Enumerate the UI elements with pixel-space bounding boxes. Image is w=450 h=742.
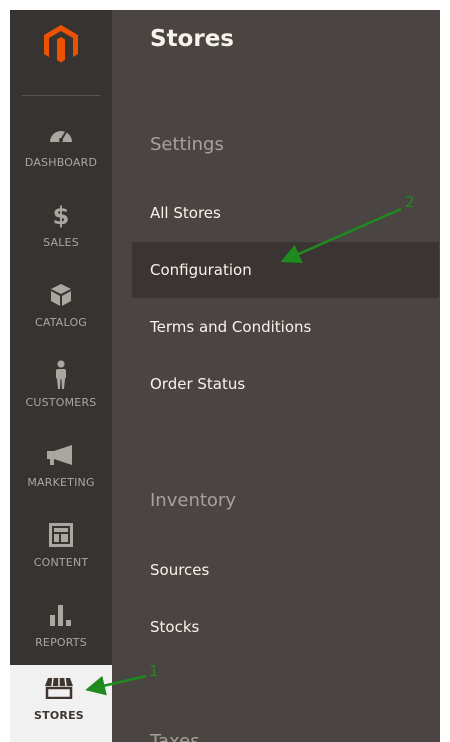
sidebar-item-catalog[interactable]: CATALOG bbox=[10, 272, 112, 352]
box-icon bbox=[10, 280, 112, 310]
section-title-taxes: Taxes bbox=[150, 731, 200, 742]
menu-link-terms-and-conditions[interactable]: Terms and Conditions bbox=[132, 299, 439, 355]
menu-link-sources[interactable]: Sources bbox=[132, 542, 439, 598]
sidebar-item-label: CUSTOMERS bbox=[25, 396, 97, 409]
layout-icon bbox=[10, 520, 112, 550]
sidebar-item-label: MARKETING bbox=[27, 476, 95, 489]
section-title-settings: Settings bbox=[150, 134, 224, 155]
sidebar-item-marketing[interactable]: MARKETING bbox=[10, 432, 112, 512]
menu-link-stocks[interactable]: Stocks bbox=[132, 599, 439, 655]
sidebar-item-label: CATALOG bbox=[34, 316, 88, 329]
stores-submenu-panel: Stores Settings All Stores Configuration… bbox=[112, 10, 440, 742]
annotation-number-1: 1 bbox=[149, 662, 159, 680]
admin-menu-frame: DASHBOARD $ SALES CATALOG CUSTOMERS MARK… bbox=[10, 10, 440, 742]
section-title-inventory: Inventory bbox=[150, 490, 236, 511]
dollar-icon: $ bbox=[10, 200, 112, 230]
menu-link-order-status[interactable]: Order Status bbox=[132, 356, 439, 412]
megaphone-icon bbox=[10, 440, 112, 470]
sidebar-item-label: DASHBOARD bbox=[24, 156, 98, 169]
sidebar-item-sales[interactable]: $ SALES bbox=[10, 192, 112, 272]
storefront-icon bbox=[10, 673, 112, 703]
sidebar-item-stores[interactable]: STORES bbox=[10, 665, 112, 742]
person-icon bbox=[10, 360, 112, 390]
sidebar-item-customers[interactable]: CUSTOMERS bbox=[10, 352, 112, 432]
sidebar-item-dashboard[interactable]: DASHBOARD bbox=[10, 112, 112, 192]
sidebar-item-reports[interactable]: REPORTS bbox=[10, 592, 112, 672]
panel-title: Stores bbox=[150, 26, 234, 52]
menu-link-configuration[interactable]: Configuration bbox=[132, 242, 439, 298]
sidebar-item-label: STORES bbox=[34, 709, 84, 722]
magento-logo-icon bbox=[44, 25, 78, 63]
sidebar-item-label: SALES bbox=[43, 236, 79, 249]
admin-sidebar: DASHBOARD $ SALES CATALOG CUSTOMERS MARK… bbox=[10, 10, 112, 742]
sidebar-item-content[interactable]: CONTENT bbox=[10, 512, 112, 592]
sidebar-item-label: REPORTS bbox=[35, 636, 87, 649]
annotation-number-2: 2 bbox=[405, 193, 415, 211]
dashboard-gauge-icon bbox=[10, 120, 112, 150]
logo-divider bbox=[22, 95, 100, 96]
sidebar-item-label: CONTENT bbox=[33, 556, 89, 569]
svg-text:$: $ bbox=[53, 202, 70, 228]
logo-link[interactable] bbox=[10, 10, 112, 98]
bar-chart-icon bbox=[10, 600, 112, 630]
menu-link-all-stores[interactable]: All Stores bbox=[132, 185, 439, 241]
